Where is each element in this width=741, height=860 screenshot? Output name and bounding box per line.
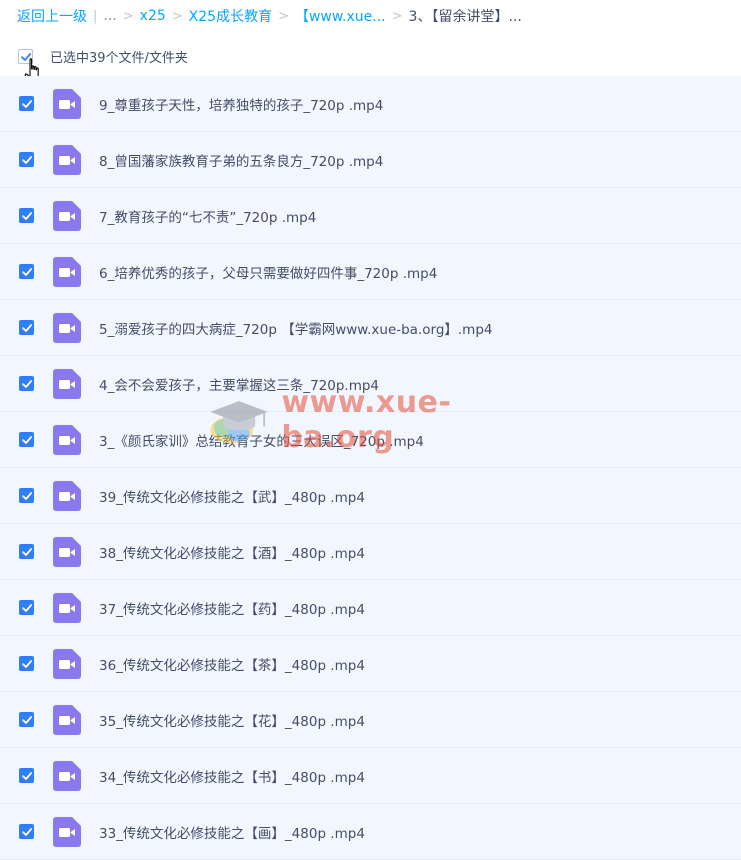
check-icon xyxy=(22,100,33,108)
file-checkbox[interactable] xyxy=(19,432,34,447)
file-name[interactable]: 33_传统文化必修技能之【画】_480p .mp4 xyxy=(99,822,365,842)
check-icon xyxy=(22,436,33,444)
file-name[interactable]: 34_传统文化必修技能之【书】_480p .mp4 xyxy=(99,766,365,786)
check-icon xyxy=(22,324,33,332)
video-file-icon xyxy=(53,200,81,231)
file-checkbox[interactable] xyxy=(19,264,34,279)
file-checkbox[interactable] xyxy=(19,712,34,727)
breadcrumb-divider: | xyxy=(93,8,98,24)
file-checkbox[interactable] xyxy=(19,600,34,615)
file-name[interactable]: 8_曾国藩家族教育子弟的五条良方_720p .mp4 xyxy=(99,150,383,170)
check-icon xyxy=(22,156,33,164)
file-checkbox[interactable] xyxy=(19,208,34,223)
file-checkbox[interactable] xyxy=(19,152,34,167)
check-icon xyxy=(22,380,33,388)
file-row[interactable]: 38_传统文化必修技能之【酒】_480p .mp4 xyxy=(0,524,741,580)
file-row[interactable]: 5_溺爱孩子的四大病症_720p 【学霸网www.xue-ba.org】.mp4 xyxy=(0,300,741,356)
file-checkbox[interactable] xyxy=(19,320,34,335)
video-file-icon xyxy=(53,816,81,847)
video-file-icon xyxy=(53,144,81,175)
file-row[interactable]: 6_培养优秀的孩子，父母只需要做好四件事_720p .mp4 xyxy=(0,244,741,300)
file-row[interactable]: 8_曾国藩家族教育子弟的五条良方_720p .mp4 xyxy=(0,132,741,188)
check-icon xyxy=(22,268,33,276)
file-row[interactable]: 39_传统文化必修技能之【武】_480p .mp4 xyxy=(0,468,741,524)
file-name[interactable]: 38_传统文化必修技能之【酒】_480p .mp4 xyxy=(99,542,365,562)
check-icon xyxy=(22,548,33,556)
file-row[interactable]: 3_《颜氏家训》总结教育子女的三大误区_720p .mp4 xyxy=(0,412,741,468)
breadcrumb-separator: > xyxy=(171,8,183,24)
file-name[interactable]: 5_溺爱孩子的四大病症_720p 【学霸网www.xue-ba.org】.mp4 xyxy=(99,318,493,338)
check-icon xyxy=(22,828,33,836)
file-checkbox[interactable] xyxy=(19,768,34,783)
file-name[interactable]: 35_传统文化必修技能之【花】_480p .mp4 xyxy=(99,710,365,730)
file-checkbox[interactable] xyxy=(19,656,34,671)
file-name[interactable]: 39_传统文化必修技能之【武】_480p .mp4 xyxy=(99,486,365,506)
file-row[interactable]: 35_传统文化必修技能之【花】_480p .mp4 xyxy=(0,692,741,748)
selection-count-label: 已选中39个文件/文件夹 xyxy=(50,50,188,66)
video-file-icon xyxy=(53,88,81,119)
check-icon xyxy=(22,604,33,612)
check-icon xyxy=(22,660,33,668)
breadcrumb-item-x25[interactable]: x25 xyxy=(140,8,166,24)
video-file-icon xyxy=(53,648,81,679)
video-file-icon xyxy=(53,312,81,343)
video-file-icon xyxy=(53,760,81,791)
file-name[interactable]: 37_传统文化必修技能之【药】_480p .mp4 xyxy=(99,598,365,618)
file-row[interactable]: 33_传统文化必修技能之【画】_480p .mp4 xyxy=(0,804,741,860)
check-icon xyxy=(22,212,33,220)
video-file-icon xyxy=(53,368,81,399)
file-name[interactable]: 3_《颜氏家训》总结教育子女的三大误区_720p .mp4 xyxy=(99,430,424,450)
breadcrumb-item-growth-education[interactable]: X25成长教育 xyxy=(189,6,272,26)
file-name[interactable]: 9_尊重孩子天性，培养独特的孩子_720p .mp4 xyxy=(99,94,383,114)
file-checkbox[interactable] xyxy=(19,96,34,111)
back-link[interactable]: 返回上一级 xyxy=(17,6,87,26)
file-name[interactable]: 36_传统文化必修技能之【茶】_480p .mp4 xyxy=(99,654,365,674)
breadcrumb-item-xueba[interactable]: 【www.xue... xyxy=(295,6,386,26)
file-checkbox[interactable] xyxy=(19,376,34,391)
breadcrumb: 返回上一级 | ... > x25 > X25成长教育 > 【www.xue..… xyxy=(0,0,741,32)
video-file-icon xyxy=(53,424,81,455)
select-all-bar: 已选中39个文件/文件夹 xyxy=(0,38,741,74)
video-file-icon xyxy=(53,536,81,567)
breadcrumb-separator: > xyxy=(122,8,134,24)
file-name[interactable]: 6_培养优秀的孩子，父母只需要做好四件事_720p .mp4 xyxy=(99,262,437,282)
file-row[interactable]: 4_会不会爱孩子，主要掌握这三条_720p.mp4 xyxy=(0,356,741,412)
file-row[interactable]: 36_传统文化必修技能之【茶】_480p .mp4 xyxy=(0,636,741,692)
breadcrumb-separator: > xyxy=(278,8,289,24)
check-icon xyxy=(22,772,33,780)
check-icon xyxy=(22,492,33,500)
file-checkbox[interactable] xyxy=(19,824,34,839)
video-file-icon xyxy=(53,480,81,511)
file-list: 9_尊重孩子天性，培养独特的孩子_720p .mp4 8_曾国藩家族教育子弟的五条… xyxy=(0,76,741,860)
video-file-icon xyxy=(53,256,81,287)
check-icon xyxy=(22,716,33,724)
video-file-icon xyxy=(53,592,81,623)
file-row[interactable]: 7_教育孩子的“七不责”_720p .mp4 xyxy=(0,188,741,244)
breadcrumb-separator: > xyxy=(391,8,403,24)
file-name[interactable]: 4_会不会爱孩子，主要掌握这三条_720p.mp4 xyxy=(99,374,379,394)
file-name[interactable]: 7_教育孩子的“七不责”_720p .mp4 xyxy=(99,206,316,226)
file-checkbox[interactable] xyxy=(19,544,34,559)
file-checkbox[interactable] xyxy=(19,488,34,503)
breadcrumb-ellipsis[interactable]: ... xyxy=(103,8,116,24)
breadcrumb-current: 3、【留余讲堂】... xyxy=(408,9,522,25)
video-file-icon xyxy=(53,704,81,735)
file-row[interactable]: 34_传统文化必修技能之【书】_480p .mp4 xyxy=(0,748,741,804)
file-row[interactable]: 9_尊重孩子天性，培养独特的孩子_720p .mp4 xyxy=(0,76,741,132)
file-row[interactable]: 37_传统文化必修技能之【药】_480p .mp4 xyxy=(0,580,741,636)
